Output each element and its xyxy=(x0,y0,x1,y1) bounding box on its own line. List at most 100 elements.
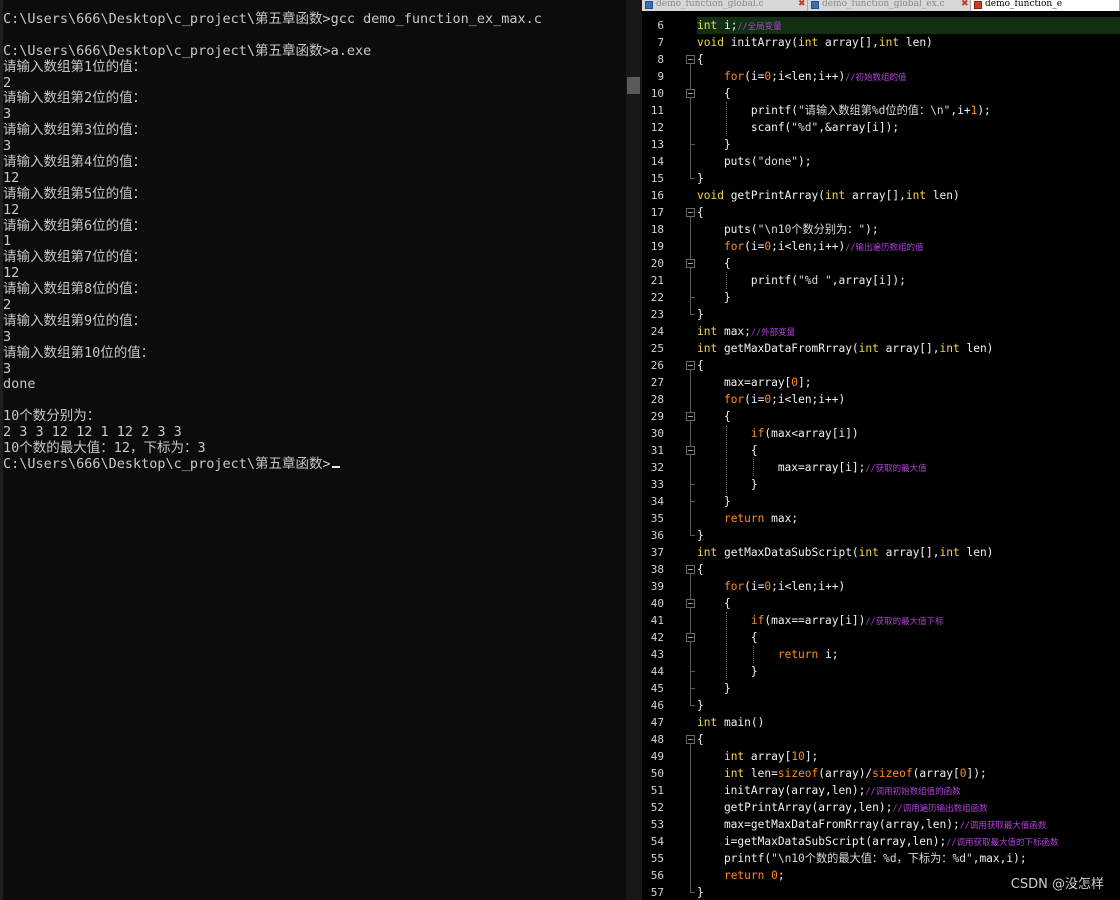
code-token: (i= xyxy=(744,240,765,253)
line-number: 13 xyxy=(650,138,664,151)
code-line[interactable]: } xyxy=(697,136,731,153)
code-line[interactable]: { xyxy=(697,408,731,425)
code-line[interactable]: int getMaxDataSubScript(int array[],int … xyxy=(697,544,993,561)
code-line[interactable]: int array[10]; xyxy=(697,748,818,765)
editor-tab[interactable]: demo_function_global.c ✖ xyxy=(642,0,808,11)
code-line[interactable]: { xyxy=(697,204,704,221)
code-line[interactable]: void initArray(int array[],int len) xyxy=(697,34,933,51)
code-line[interactable]: { xyxy=(697,255,731,272)
code-token: ,i+ xyxy=(950,104,971,117)
code-line[interactable]: { xyxy=(697,85,731,102)
code-line[interactable]: { xyxy=(697,731,704,748)
code-editor[interactable]: demo_function_global.c ✖ demo_function_glo… xyxy=(642,0,1120,900)
code-line[interactable]: puts("done"); xyxy=(697,153,812,170)
code-token: 10 xyxy=(791,750,805,763)
code-line[interactable]: scanf("%d",&array[i]); xyxy=(697,119,899,136)
code-line[interactable]: } xyxy=(697,680,731,697)
code-line[interactable]: i=getMaxDataSubScript(array,len);//调用获取最… xyxy=(697,833,1059,850)
code-line[interactable]: { xyxy=(697,357,704,374)
code-line[interactable]: for(i=0;i<len;i++) xyxy=(697,578,845,595)
fold-toggle-icon[interactable] xyxy=(686,735,695,744)
editor-tab[interactable]: demo_function_e xyxy=(971,0,1120,11)
code-token: //全局变量 xyxy=(737,22,782,32)
code-line[interactable]: printf("\n10个数的最大值：%d，下标为：%d",max,i); xyxy=(697,850,1027,867)
fold-toggle-icon[interactable] xyxy=(686,208,695,217)
code-line[interactable]: getPrintArray(array,len);//调用遍历输出数组函数 xyxy=(697,799,988,816)
code-token: ); xyxy=(865,223,879,236)
code-line[interactable]: int main() xyxy=(697,714,764,731)
code-line[interactable]: } xyxy=(697,663,758,680)
code-line[interactable]: void getPrintArray(int array[],int len) xyxy=(697,187,960,204)
code-line[interactable]: return max; xyxy=(697,510,798,527)
fold-end-marker xyxy=(690,484,695,485)
code-line[interactable]: int max;//外部变量 xyxy=(697,323,795,340)
fold-toggle-icon[interactable] xyxy=(686,565,695,574)
code-line[interactable]: printf("请输入数组第%d位的值：\n",i+1); xyxy=(697,102,991,119)
code-token: int xyxy=(905,189,927,202)
code-line[interactable]: for(i=0;i<len;i++) xyxy=(697,391,845,408)
fold-toggle-icon[interactable] xyxy=(686,259,695,268)
code-token: int xyxy=(697,546,718,559)
close-tab-icon[interactable]: ✖ xyxy=(961,0,969,9)
fold-toggle-icon[interactable] xyxy=(686,599,695,608)
line-number: 10 xyxy=(650,87,664,100)
fold-toggle-icon[interactable] xyxy=(686,446,695,455)
code-line[interactable]: return 0; xyxy=(697,867,785,884)
fold-toggle-icon[interactable] xyxy=(686,55,695,64)
fold-toggle-icon[interactable] xyxy=(686,89,695,98)
fold-toggle-icon[interactable] xyxy=(686,633,695,642)
code-line[interactable]: for(i=0;i<len;i++)//初始数组的值 xyxy=(697,68,907,85)
code-line[interactable]: } xyxy=(697,527,704,544)
code-line[interactable]: } xyxy=(697,289,731,306)
code-line[interactable]: printf("%d ",array[i]); xyxy=(697,272,906,289)
code-token: ;i<len;i++) xyxy=(771,70,846,83)
close-tab-icon[interactable]: ✖ xyxy=(798,0,806,9)
code-token: array[], xyxy=(818,36,879,49)
scrollbar-thumb[interactable] xyxy=(627,77,640,94)
code-line[interactable]: int i;//全局变量 xyxy=(697,17,782,34)
code-token: int xyxy=(825,189,846,202)
code-token: { xyxy=(697,597,731,610)
code-line[interactable]: } xyxy=(697,884,704,900)
terminal-line: 1 xyxy=(3,233,12,250)
code-line[interactable]: puts("\n10个数分别为："); xyxy=(697,221,879,238)
code-line[interactable]: max=array[0]; xyxy=(697,374,812,391)
code-line[interactable]: max=array[i];//获取的最大值 xyxy=(697,459,927,476)
terminal-scrollbar[interactable] xyxy=(626,0,642,900)
code-line[interactable]: } xyxy=(697,697,704,714)
code-line[interactable]: } xyxy=(697,476,758,493)
code-line[interactable]: { xyxy=(697,51,704,68)
code-line[interactable]: { xyxy=(697,442,758,459)
code-line[interactable]: } xyxy=(697,306,704,323)
code-token: } xyxy=(697,138,731,151)
code-token: len) xyxy=(959,342,994,355)
fold-toggle-icon[interactable] xyxy=(686,361,695,370)
code-token: //输出遍历数组的值 xyxy=(845,243,924,253)
code-line[interactable]: max=getMaxDataFromRrray(array,len);//调用获… xyxy=(697,816,1047,833)
terminal-window[interactable]: C:\Users\666\Desktop\c_project\第五章函数>gcc… xyxy=(0,0,626,900)
fold-end-marker xyxy=(690,314,695,315)
code-line[interactable]: } xyxy=(697,170,704,187)
code-line[interactable]: if(max<array[i]) xyxy=(697,425,859,442)
code-line[interactable]: int getMaxDataFromRrray(int array[],int … xyxy=(697,340,993,357)
fold-toggle-icon[interactable] xyxy=(686,412,695,421)
code-token: initArray( xyxy=(723,36,799,49)
code-line[interactable]: return i; xyxy=(697,646,839,663)
terminal-line: 请输入数组第4位的值： xyxy=(3,154,147,171)
code-line[interactable]: int len=sizeof(array)/sizeof(array[0]); xyxy=(697,765,987,782)
code-token: max=getMaxDataFromRrray(array,len); xyxy=(697,818,960,831)
code-line[interactable]: for(i=0;i<len;i++)//输出遍历数组的值 xyxy=(697,238,924,255)
code-line[interactable]: { xyxy=(697,629,758,646)
code-line[interactable]: initArray(array,len);//调用初始数组值的函数 xyxy=(697,782,961,799)
editor-tab[interactable]: demo_function_global_ex.c ✖ xyxy=(808,0,971,11)
terminal-line: C:\Users\666\Desktop\c_project\第五章函数> xyxy=(3,456,542,473)
code-line[interactable]: } xyxy=(697,493,731,510)
code-line[interactable]: { xyxy=(697,561,704,578)
terminal-output: C:\Users\666\Desktop\c_project\第五章函数>gcc… xyxy=(3,11,542,473)
code-line[interactable]: if(max==array[i])//获取的最大值下标 xyxy=(697,612,944,629)
code-token: "%d" xyxy=(791,121,819,134)
terminal-line: 10个数的最大值：12，下标为：3 xyxy=(3,440,206,457)
code-token: { xyxy=(697,53,704,66)
code-line[interactable]: { xyxy=(697,595,731,612)
